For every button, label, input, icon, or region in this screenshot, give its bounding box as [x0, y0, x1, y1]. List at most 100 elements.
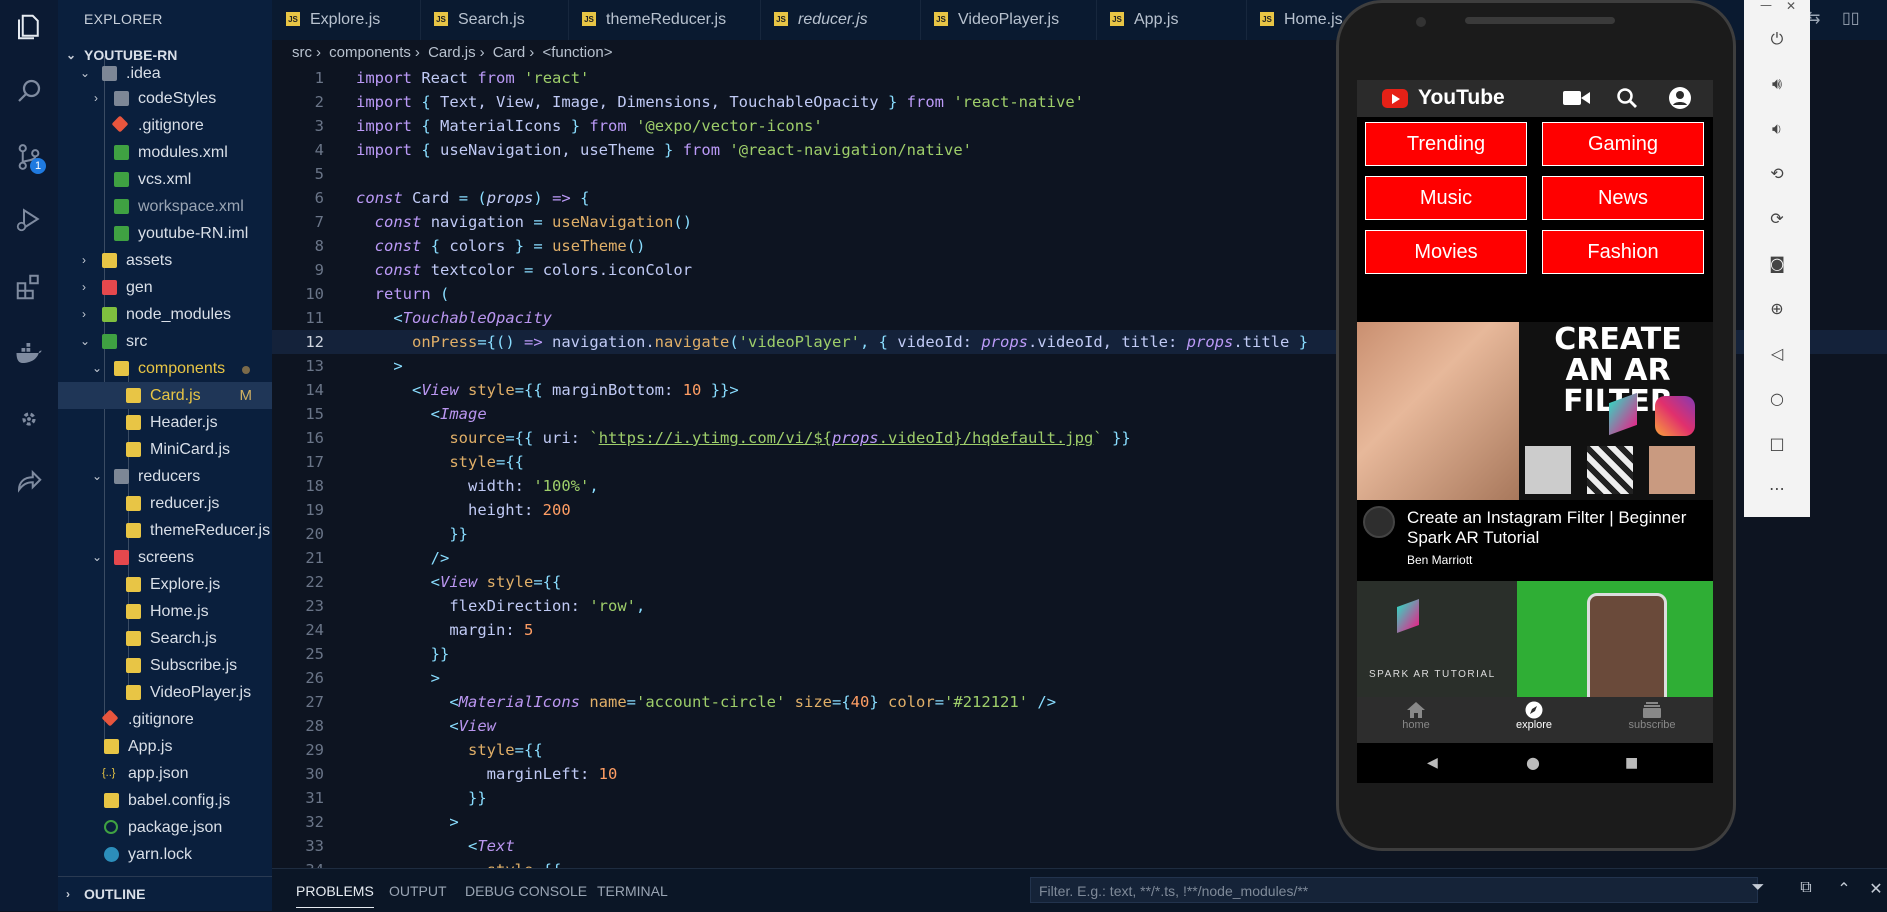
channel-avatar-icon[interactable] — [1363, 506, 1395, 538]
tab-explore-js[interactable]: JS Explore.js — [272, 0, 421, 40]
tree-file-search-js[interactable]: Search.js — [58, 625, 272, 652]
tree-file-youtube-iml[interactable]: youtube-RN.iml — [58, 220, 272, 247]
collapse-all-icon[interactable]: ⧉ — [1796, 879, 1816, 899]
run-debug-icon[interactable] — [10, 200, 48, 238]
tree-file-card-js[interactable]: Card.js M — [58, 382, 272, 409]
tree-file-yarn-lock[interactable]: yarn.lock — [58, 841, 272, 868]
phone-camera — [1416, 17, 1426, 27]
tree-file-package-json[interactable]: package.json — [58, 814, 272, 841]
source-control-icon[interactable]: 1 — [10, 138, 48, 176]
tree-folder-src[interactable]: ⌄ src — [58, 328, 272, 355]
filter-icon[interactable]: ⏷ — [1748, 879, 1768, 899]
tree-file-app-json[interactable]: {..} app.json — [58, 760, 272, 787]
tree-folder-gen[interactable]: › gen — [58, 274, 272, 301]
nav-home-icon[interactable]: ● — [1526, 753, 1540, 772]
more-options-icon[interactable]: ⋯ — [1766, 478, 1788, 500]
tree-folder-codestyles[interactable]: › codeStyles — [58, 85, 272, 112]
tab-explore[interactable]: explore — [1475, 697, 1593, 743]
nav-recents-icon[interactable]: ■ — [1625, 755, 1638, 771]
problems-filter-input[interactable]: Filter. E.g.: text, **/*.ts, !**/node_mo… — [1030, 877, 1758, 903]
scm-badge: 1 — [30, 158, 46, 174]
breadcrumb: src › components › Card.js › Card › <functio… — [292, 44, 613, 61]
panel-tab-terminal[interactable]: TERMINAL — [597, 883, 668, 899]
emulator-minimize-icon[interactable]: — — [1760, 0, 1772, 12]
volume-up-icon[interactable]: 🔊︎ — [1766, 73, 1788, 95]
tree-folder-reducers[interactable]: ⌄ reducers — [58, 463, 272, 490]
subscriptions-icon — [1643, 702, 1661, 718]
tree-file-reducer-js[interactable]: reducer.js — [58, 490, 272, 517]
close-panel-icon[interactable]: ✕ — [1866, 879, 1886, 899]
category-gaming-button[interactable]: Gaming — [1542, 122, 1704, 166]
tree-file-subscribe-js[interactable]: Subscribe.js — [58, 652, 272, 679]
settings-gear-icon[interactable] — [10, 400, 48, 438]
account-circle-icon[interactable] — [1668, 86, 1692, 110]
back-icon[interactable]: ◁ — [1766, 343, 1788, 365]
tree-file-minicard-js[interactable]: MiniCard.js — [58, 436, 272, 463]
youtube-logo-icon — [1382, 89, 1408, 108]
rotate-right-icon[interactable]: ⟳ — [1766, 208, 1788, 230]
breadcrumb-function[interactable]: <function> — [542, 44, 612, 61]
camera-screenshot-icon[interactable]: ◙ — [1766, 253, 1788, 275]
category-news-button[interactable]: News — [1542, 176, 1704, 220]
rotate-left-icon[interactable]: ⟲ — [1766, 163, 1788, 185]
tree-file-vcs-xml[interactable]: vcs.xml — [58, 166, 272, 193]
tree-file-videoplayer-js[interactable]: VideoPlayer.js — [58, 679, 272, 706]
tab-app-js[interactable]: JS App.js — [1096, 0, 1247, 40]
tree-file-header-js[interactable]: Header.js — [58, 409, 272, 436]
video-camera-icon[interactable] — [1563, 88, 1591, 108]
explore-compass-icon — [1525, 701, 1543, 719]
live-share-icon[interactable] — [10, 462, 48, 500]
tree-file-gitignore[interactable]: .gitignore — [58, 706, 272, 733]
category-music-button[interactable]: Music — [1365, 176, 1527, 220]
tab-videoplayer-js[interactable]: JS VideoPlayer.js — [920, 0, 1097, 40]
breadcrumb-components[interactable]: components — [329, 44, 411, 61]
home-icon[interactable]: ○ — [1766, 388, 1788, 410]
category-movies-button[interactable]: Movies — [1365, 230, 1527, 274]
breadcrumb-card[interactable]: Card — [493, 44, 526, 61]
docker-icon[interactable] — [10, 334, 48, 372]
overview-icon[interactable]: □ — [1766, 433, 1788, 455]
tab-subscribe[interactable]: subscribe — [1593, 697, 1711, 743]
tab-home[interactable]: home — [1357, 697, 1475, 743]
tab-reducer-js[interactable]: JS reducer.js — [760, 0, 921, 40]
tree-file-gitignore-idea[interactable]: .gitignore — [58, 112, 272, 139]
search-icon[interactable] — [1616, 87, 1638, 109]
tree-file-home-js[interactable]: Home.js — [58, 598, 272, 625]
nav-back-icon[interactable]: ◀ — [1427, 755, 1438, 771]
category-trending-button[interactable]: Trending — [1365, 122, 1527, 166]
tab-search-js[interactable]: JS Search.js — [420, 0, 569, 40]
category-fashion-button[interactable]: Fashion — [1542, 230, 1704, 274]
search-icon[interactable] — [10, 72, 48, 110]
tree-folder-idea[interactable]: ⌄ .idea — [58, 60, 272, 87]
tree-folder-assets[interactable]: › assets — [58, 247, 272, 274]
panel-tab-problems[interactable]: PROBLEMS — [296, 883, 374, 908]
tree-folder-node-modules[interactable]: › node_modules — [58, 301, 272, 328]
emulator-close-icon[interactable]: ✕ — [1786, 0, 1796, 13]
tree-file-modules-xml[interactable]: modules.xml — [58, 139, 272, 166]
tree-file-babel-config[interactable]: babel.config.js — [58, 787, 272, 814]
zoom-icon[interactable]: ⊕ — [1766, 298, 1788, 320]
video-thumbnail-2[interactable]: SPARK AR TUTORIAL — [1357, 581, 1713, 697]
video-channel: Ben Marriott — [1407, 553, 1473, 567]
tree-folder-screens[interactable]: ⌄ screens — [58, 544, 272, 571]
tree-file-explore-js[interactable]: Explore.js — [58, 571, 272, 598]
tree-file-workspace-xml[interactable]: workspace.xml — [58, 193, 272, 220]
volume-down-icon[interactable]: 🔉︎ — [1766, 118, 1788, 140]
maximize-panel-icon[interactable]: ⌃ — [1834, 879, 1854, 899]
video-thumbnail[interactable]: CREATE AN AR FILTER — [1357, 322, 1713, 500]
explorer-icon[interactable] — [10, 8, 48, 46]
tab-themereducer-js[interactable]: JS themeReducer.js — [568, 0, 761, 40]
breadcrumb-card-js[interactable]: Card.js — [428, 44, 476, 61]
split-editor-icon[interactable]: ▯▯ — [1842, 8, 1860, 28]
app-title: YouTube — [1418, 86, 1505, 109]
tree-folder-components[interactable]: ⌄ components — [58, 355, 272, 382]
tree-file-themereducer-js[interactable]: themeReducer.js — [58, 517, 272, 544]
extensions-icon[interactable] — [10, 268, 48, 306]
video-title[interactable]: Create an Instagram Filter | Beginner Sp… — [1407, 508, 1713, 548]
tree-file-app-js[interactable]: App.js — [58, 733, 272, 760]
power-icon[interactable]: ⏻ — [1766, 28, 1788, 50]
breadcrumb-src[interactable]: src — [292, 44, 312, 61]
panel-tab-output[interactable]: OUTPUT — [389, 883, 447, 899]
panel-tab-debug-console[interactable]: DEBUG CONSOLE — [465, 883, 587, 899]
outline-section[interactable]: › OUTLINE — [58, 876, 272, 911]
